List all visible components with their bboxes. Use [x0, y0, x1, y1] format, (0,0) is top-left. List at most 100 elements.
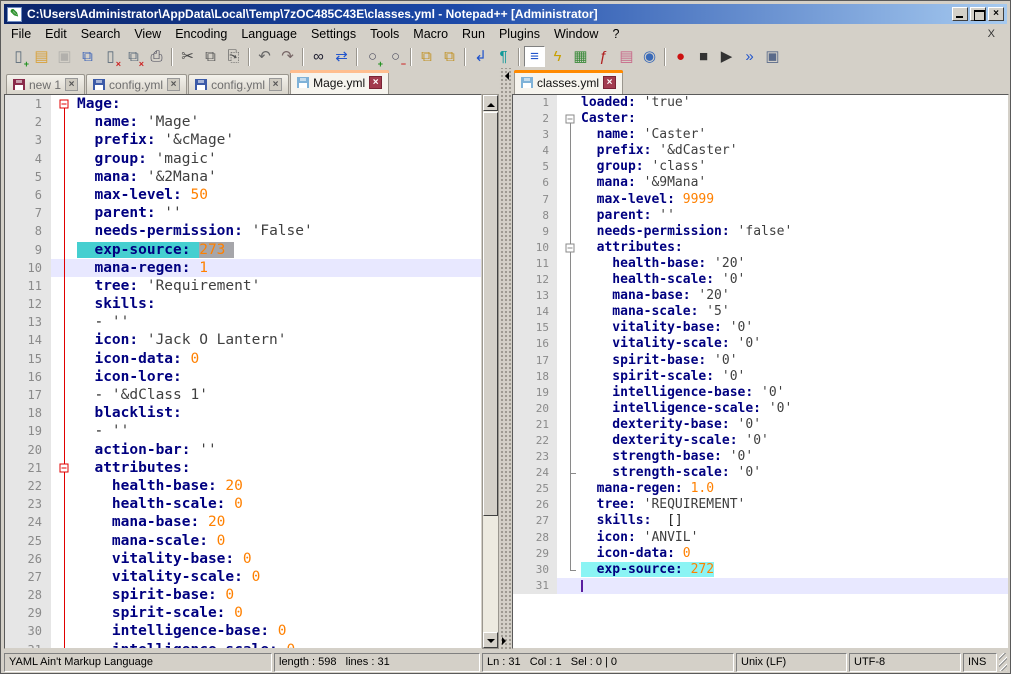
code-text[interactable]: spirit-scale: '0'	[581, 369, 1008, 385]
code-text[interactable]: icon-data: 0	[581, 546, 1008, 562]
fold-margin-marker[interactable]	[51, 459, 77, 477]
code-text[interactable]: spirit-base: 0	[77, 586, 481, 604]
close-button[interactable]: ×	[988, 7, 1004, 21]
open-file-icon[interactable]: ▤	[31, 46, 52, 67]
sync-horizontal-scroll-icon[interactable]: ⧉	[439, 46, 460, 67]
code-text[interactable]: dexterity-scale: '0'	[581, 433, 1008, 449]
code-text[interactable]: vitality-base: '0'	[581, 320, 1008, 336]
code-text[interactable]: needs-permission: 'false'	[581, 224, 1008, 240]
menu-item-edit[interactable]: Edit	[38, 25, 74, 43]
code-text[interactable]: attributes:	[77, 459, 481, 477]
tab-close-icon[interactable]: ×	[65, 78, 78, 91]
menu-item-macro[interactable]: Macro	[406, 25, 455, 43]
code-text[interactable]: intelligence-base: '0'	[581, 385, 1008, 401]
resize-grip-icon[interactable]	[999, 653, 1007, 671]
code-text[interactable]: max-level: 50	[77, 186, 481, 204]
menu-item-plugins[interactable]: Plugins	[492, 25, 547, 43]
close-file-icon[interactable]: ▯×	[100, 46, 121, 67]
code-text[interactable]: vitality-scale: '0'	[581, 336, 1008, 352]
user-define-dialog-icon[interactable]: ϟ	[547, 46, 568, 67]
code-text[interactable]: exp-source: 272	[581, 562, 1008, 578]
zoom-in-icon[interactable]: ○+	[362, 46, 383, 67]
document-monitoring-icon[interactable]: ◉	[639, 46, 660, 67]
code-text[interactable]: Caster:	[581, 111, 1008, 127]
left-pane-vertical-scrollbar[interactable]	[482, 94, 499, 649]
show-all-characters-icon[interactable]: ¶	[493, 46, 514, 67]
fold-margin-marker[interactable]	[557, 240, 581, 256]
menu-item-language[interactable]: Language	[234, 25, 304, 43]
fold-margin-marker[interactable]	[51, 95, 77, 113]
code-text[interactable]: icon-lore:	[77, 368, 481, 386]
undo-icon[interactable]: ↶	[254, 46, 275, 67]
print-icon[interactable]: ⎙	[146, 46, 167, 67]
code-text[interactable]: intelligence-base: 0	[77, 622, 481, 640]
redo-icon[interactable]: ↷	[277, 46, 298, 67]
code-text[interactable]: intelligence-scale: '0'	[581, 401, 1008, 417]
code-text[interactable]: icon-data: 0	[77, 350, 481, 368]
code-text[interactable]: max-level: 9999	[581, 192, 1008, 208]
indent-guide-icon[interactable]: ≡	[524, 46, 545, 67]
code-text[interactable]: tree: 'REQUIREMENT'	[581, 497, 1008, 513]
function-list-icon[interactable]: ƒ	[593, 46, 614, 67]
code-text[interactable]: mana: '&2Mana'	[77, 168, 481, 186]
folder-as-workspace-icon[interactable]: ▤	[616, 46, 637, 67]
code-text[interactable]: vitality-base: 0	[77, 550, 481, 568]
code-text[interactable]: attributes:	[581, 240, 1008, 256]
code-text[interactable]: mana-regen: 1	[77, 259, 481, 277]
zoom-out-icon[interactable]: ○−	[385, 46, 406, 67]
playback-macro-icon[interactable]: ▶	[716, 46, 737, 67]
menu-item-file[interactable]: File	[4, 25, 38, 43]
code-text[interactable]: skills: []	[581, 513, 1008, 529]
code-text[interactable]: - '&dClass 1'	[77, 386, 481, 404]
code-text[interactable]: mana-scale: 0	[77, 532, 481, 550]
code-text[interactable]: intelligence-scale: 0	[77, 641, 481, 649]
document-map-icon[interactable]: ▦	[570, 46, 591, 67]
stop-recording-icon[interactable]: ■	[693, 46, 714, 67]
maximize-button[interactable]	[970, 7, 986, 21]
tab-mage-yml[interactable]: Mage.yml×	[290, 70, 389, 94]
find-icon[interactable]: ∞	[308, 46, 329, 67]
save-icon[interactable]: ▣	[54, 46, 75, 67]
code-text[interactable]: loaded: 'true'	[581, 95, 1008, 111]
code-text[interactable]: health-scale: 0	[77, 495, 481, 513]
menu-item-search[interactable]: Search	[74, 25, 128, 43]
code-text[interactable]: group: 'class'	[581, 159, 1008, 175]
code-text[interactable]: health-scale: '0'	[581, 272, 1008, 288]
tab-close-icon[interactable]: ×	[603, 76, 616, 89]
tab-close-icon[interactable]: ×	[167, 78, 180, 91]
tab-new-1[interactable]: new 1×	[6, 74, 85, 94]
code-text[interactable]: Mage:	[77, 95, 481, 113]
code-text[interactable]: prefix: '&cMage'	[77, 131, 481, 149]
new-file-icon[interactable]: ▯+	[8, 46, 29, 67]
code-text[interactable]: parent: ''	[581, 208, 1008, 224]
tab-config-yml[interactable]: config.yml×	[86, 74, 187, 94]
save-macro-icon[interactable]: ▣	[762, 46, 783, 67]
editor-pane-left[interactable]: 1Mage:2 name: 'Mage'3 prefix: '&cMage'4 …	[4, 94, 482, 649]
menu-item-?[interactable]: ?	[605, 25, 626, 43]
code-text[interactable]: - ''	[77, 422, 481, 440]
code-text[interactable]: group: 'magic'	[77, 150, 481, 168]
code-text[interactable]: strength-scale: '0'	[581, 465, 1008, 481]
menu-item-view[interactable]: View	[127, 25, 168, 43]
menu-item-encoding[interactable]: Encoding	[168, 25, 234, 43]
tab-classes-yml[interactable]: classes.yml×	[514, 70, 623, 94]
scrollbar-thumb[interactable]	[483, 112, 498, 516]
code-text[interactable]: spirit-scale: 0	[77, 604, 481, 622]
code-text[interactable]: name: 'Mage'	[77, 113, 481, 131]
code-text[interactable]: exp-source: 273	[77, 241, 481, 259]
replace-icon[interactable]: ⇄	[331, 46, 352, 67]
start-recording-icon[interactable]: ●	[670, 46, 691, 67]
scroll-down-arrow-icon[interactable]	[483, 632, 498, 648]
code-text[interactable]: needs-permission: 'False'	[77, 222, 481, 240]
code-text[interactable]: mana-scale: '5'	[581, 304, 1008, 320]
code-text[interactable]: strength-base: '0'	[581, 449, 1008, 465]
code-text[interactable]: tree: 'Requirement'	[77, 277, 481, 295]
code-text[interactable]: blacklist:	[77, 404, 481, 422]
fold-margin-marker[interactable]	[557, 111, 581, 127]
code-text[interactable]: health-base: 20	[77, 477, 481, 495]
code-text[interactable]: skills:	[77, 295, 481, 313]
pane-splitter[interactable]	[499, 68, 512, 649]
menu-item-settings[interactable]: Settings	[304, 25, 363, 43]
code-text[interactable]: icon: 'ANVIL'	[581, 530, 1008, 546]
code-text[interactable]	[581, 578, 1008, 594]
